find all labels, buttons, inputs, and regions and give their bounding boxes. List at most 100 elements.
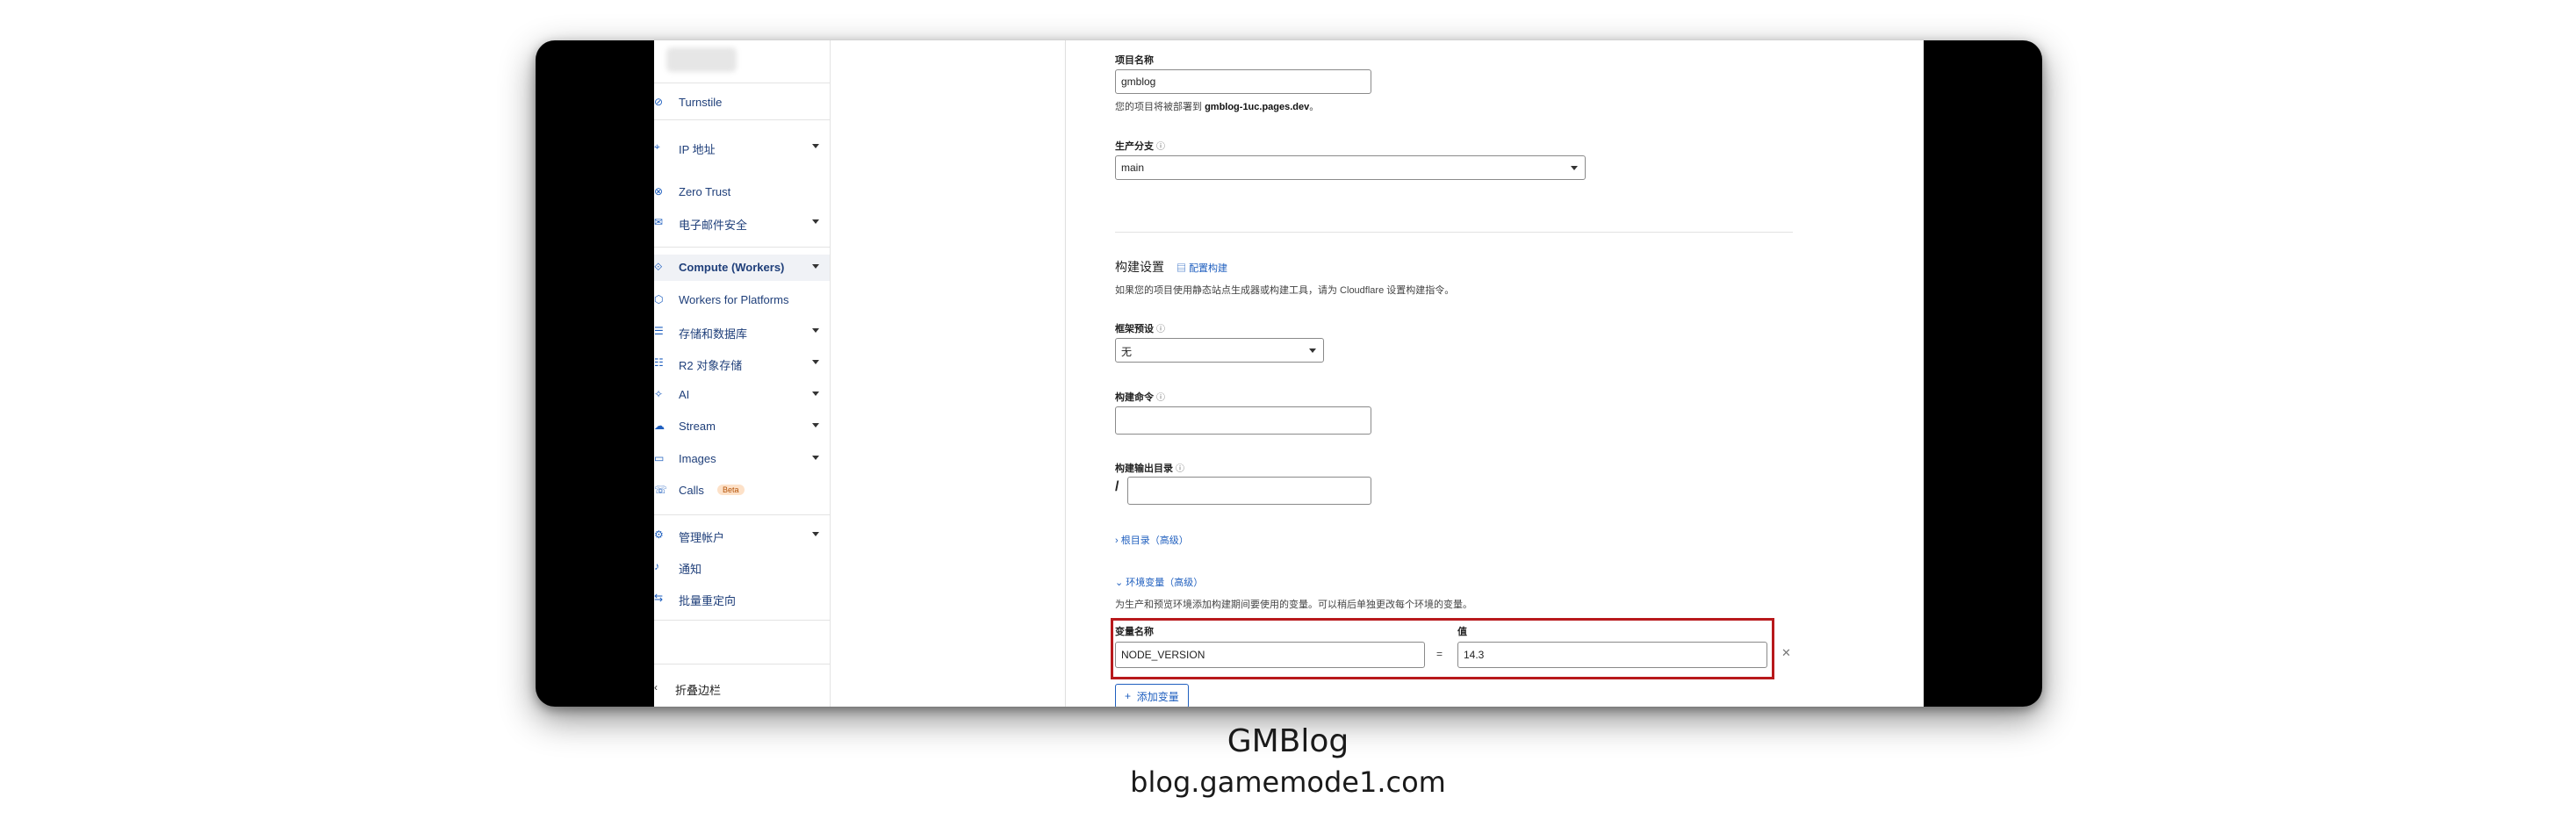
build-description: 如果您的项目使用静态站点生成器或构建工具，请为 Cloudflare 设置构建指… (1115, 285, 1455, 296)
env-vars-toggle[interactable]: ⌄ 环境变量（高级） (1115, 575, 1203, 589)
chevron-down-icon (812, 392, 819, 396)
info-icon: ⓘ (1176, 464, 1184, 474)
framework-preset-value: 无 (1121, 346, 1133, 358)
sidebar-item[interactable]: ⊗ Zero Trust (654, 179, 830, 205)
env-vars-label: 环境变量（高级） (1126, 578, 1204, 588)
build-command-input[interactable] (1115, 406, 1371, 435)
database-icon: ☰ (654, 325, 664, 337)
sidebar-divider (654, 664, 830, 665)
project-name-input[interactable] (1115, 69, 1371, 94)
sidebar-item[interactable]: ☁ Stream (654, 413, 830, 440)
build-command-label-text: 构建命令 (1115, 392, 1154, 403)
sidebar-divider (654, 514, 830, 515)
var-name-label: 变量名称 (1115, 627, 1154, 637)
sidebar-item[interactable]: ▭ Images (654, 446, 830, 472)
framework-preset-label: 框架预设 ⓘ (1115, 321, 1165, 335)
root-directory-label: 根目录（高级） (1120, 535, 1189, 546)
project-name-label: 项目名称 (1115, 55, 1154, 66)
output-dir-label: 构建输出目录 ⓘ (1115, 461, 1184, 475)
image-icon: ▭ (654, 452, 665, 464)
sidebar-item-label: Workers for Platforms (679, 293, 789, 306)
sidebar-item[interactable]: ☏ Calls Beta (654, 478, 830, 504)
branch-value: main (1121, 162, 1145, 174)
sidebar-item[interactable]: ⟐ Compute (Workers) (654, 255, 830, 281)
email-icon: ✉ (654, 216, 664, 228)
deploy-help-text: 您的项目将被部署到 gmblog-1uc.pages.dev。 (1115, 99, 1319, 113)
sidebar-item[interactable]: ⚙ 管理帐户 (654, 522, 830, 549)
sidebar-item[interactable]: ⇆ 批量重定向 (654, 586, 830, 612)
add-variable-button[interactable]: + 添加变量 (1115, 684, 1189, 707)
plus-icon: + (1125, 690, 1137, 702)
info-icon: ⓘ (1156, 393, 1165, 403)
sidebar-item-label: Images (679, 452, 716, 465)
sidebar-item-label: IP 地址 (679, 143, 716, 156)
sidebar-item[interactable]: ☷ R2 对象存储 (654, 350, 830, 377)
caption-title: GMBlog (1227, 723, 1349, 759)
chevron-down-icon (1309, 348, 1316, 353)
chevron-down-icon (812, 423, 819, 427)
branch-label-text: 生产分支 (1115, 141, 1154, 152)
sidebar-item-label: Calls (679, 484, 704, 497)
sidebar-divider (654, 247, 830, 248)
sidebar-item[interactable]: ☰ 存储和数据库 (654, 319, 830, 345)
gear-icon: ⚙ (654, 528, 664, 541)
sidebar-item[interactable]: ✧ AI (654, 382, 830, 408)
framework-preset-select[interactable]: 无 (1115, 338, 1324, 363)
turnstile-icon: ⊘ (654, 96, 664, 108)
cloud-icon: ☁ (654, 420, 665, 432)
browser-viewport: ‹ 折叠边栏 ⊘ Turnstile ⌖ IP 地址 ⊗ Zero Trust ✉ 电子邮件安… (654, 40, 1924, 707)
sidebar-item[interactable]: ♪ 通知 (654, 554, 830, 580)
collapse-sidebar-button[interactable]: ‹ 折叠边栏 (654, 675, 830, 701)
sidebar-item-label: Zero Trust (679, 185, 731, 198)
chevron-down-icon: ⌄ (1115, 578, 1126, 588)
account-name-blurred (666, 47, 737, 72)
zero-trust-icon: ⊗ (654, 185, 664, 198)
output-dir-input[interactable] (1127, 477, 1371, 505)
storage-icon: ☷ (654, 356, 664, 369)
chevron-left-icon: ‹ (654, 681, 658, 693)
deploy-help-suffix: 。 (1309, 102, 1320, 112)
workers-icon: ⟐ (654, 261, 663, 273)
right-gutter (1841, 40, 1924, 707)
caption-url: blog.gamemode1.com (1130, 765, 1446, 799)
remove-variable-icon[interactable]: ✕ (1781, 646, 1791, 660)
info-icon: ⓘ (1156, 142, 1165, 152)
build-command-label: 构建命令 ⓘ (1115, 390, 1165, 404)
phone-icon: ☏ (654, 484, 668, 496)
branch-select[interactable]: main (1115, 155, 1586, 180)
chevron-down-icon (812, 264, 819, 269)
redirect-icon: ⇆ (654, 592, 664, 604)
sidebar-item-label: 批量重定向 (679, 594, 737, 607)
output-dir-prefix: / (1115, 479, 1119, 494)
sidebar-divider (654, 620, 830, 621)
var-value-input[interactable] (1457, 642, 1767, 668)
doc-icon: ▤ (1176, 263, 1190, 274)
ai-sparkle-icon: ✧ (654, 388, 664, 400)
configure-build-link[interactable]: ▤ 配置构建 (1176, 261, 1227, 275)
deploy-help-prefix: 您的项目将被部署到 (1115, 102, 1202, 112)
sidebar-item[interactable]: ⌖ IP 地址 (654, 134, 830, 161)
sidebar-item-label: AI (679, 388, 690, 401)
sidebar-item-label: Stream (679, 420, 716, 433)
sidebar-item-label: 管理帐户 (679, 531, 725, 544)
bell-icon: ♪ (654, 560, 659, 572)
var-name-input[interactable] (1115, 642, 1425, 668)
configure-build-label: 配置构建 (1189, 263, 1228, 274)
chevron-down-icon (812, 456, 819, 460)
sidebar-item-label: 电子邮件安全 (679, 219, 748, 232)
chevron-down-icon (812, 219, 819, 224)
chevron-down-icon (812, 532, 819, 536)
screenshot-frame: ‹ 折叠边栏 ⊘ Turnstile ⌖ IP 地址 ⊗ Zero Trust ✉ 电子邮件安… (536, 40, 2042, 707)
sidebar-divider (654, 119, 830, 120)
sidebar-item[interactable]: ✉ 电子邮件安全 (654, 210, 830, 236)
sidebar-item[interactable]: ⬡ Workers for Platforms (654, 287, 830, 313)
chevron-down-icon (1571, 166, 1578, 170)
equals-sign: = (1436, 648, 1443, 660)
sidebar-item-label: Compute (Workers) (679, 261, 785, 274)
main-panel: 项目名称 您的项目将被部署到 gmblog-1uc.pages.dev。 生产分… (1065, 40, 1842, 707)
add-variable-label: 添加变量 (1136, 690, 1179, 703)
sidebar-item[interactable]: ⊘ Turnstile (654, 90, 830, 116)
root-directory-toggle[interactable]: › 根目录（高级） (1115, 533, 1189, 547)
section-divider (1115, 232, 1793, 233)
beta-badge: Beta (717, 485, 745, 495)
